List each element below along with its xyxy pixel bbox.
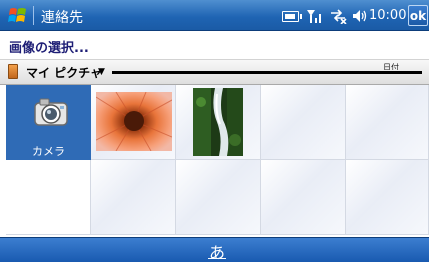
camera-tile[interactable]: カメラ xyxy=(6,85,91,160)
folder-dropdown[interactable]: マイ ピクチャ xyxy=(26,64,102,81)
filter-bar: マイ ピクチャ ▼ 日付 xyxy=(0,60,429,85)
title-separator xyxy=(33,6,34,25)
chevron-down-icon[interactable]: ▼ xyxy=(98,67,105,77)
grid-cell[interactable] xyxy=(346,85,429,160)
grid-cell[interactable] xyxy=(6,160,91,235)
title-bar: 連絡先 10:00 ok xyxy=(0,0,429,31)
grid-cell[interactable] xyxy=(346,160,429,235)
ok-button[interactable]: ok xyxy=(408,5,428,26)
battery-icon[interactable] xyxy=(282,11,302,22)
grid-cell[interactable] xyxy=(91,85,176,160)
input-panel-button[interactable]: あ xyxy=(209,239,225,263)
menu-bar: あ xyxy=(0,237,429,262)
image-grid: カメラ xyxy=(6,85,429,235)
app-title: 連絡先 xyxy=(41,10,83,26)
storage-card-icon xyxy=(8,64,18,79)
camera-label: カメラ xyxy=(32,145,65,158)
sort-dropdown[interactable]: 日付 xyxy=(383,62,399,70)
grid-cell[interactable] xyxy=(176,85,261,160)
input-panel-underline xyxy=(208,258,226,259)
subtitle-text: 画像の選択... xyxy=(9,41,89,56)
flower-thumbnail[interactable] xyxy=(96,92,172,151)
clock[interactable]: 10:00 xyxy=(369,8,406,23)
grid-cell[interactable] xyxy=(261,160,346,235)
connectivity-icon[interactable] xyxy=(329,7,347,24)
sort-divider xyxy=(112,71,422,74)
volume-icon[interactable] xyxy=(352,8,368,24)
waterfall-thumbnail[interactable] xyxy=(193,88,243,156)
signal-icon[interactable] xyxy=(305,8,323,24)
grid-cell[interactable] xyxy=(261,85,346,160)
grid-cell[interactable] xyxy=(91,160,176,235)
windows-start-icon[interactable] xyxy=(8,6,28,26)
grid-cell[interactable] xyxy=(176,160,261,235)
page-subtitle: 画像の選択... xyxy=(0,31,429,60)
camera-icon xyxy=(34,98,68,126)
